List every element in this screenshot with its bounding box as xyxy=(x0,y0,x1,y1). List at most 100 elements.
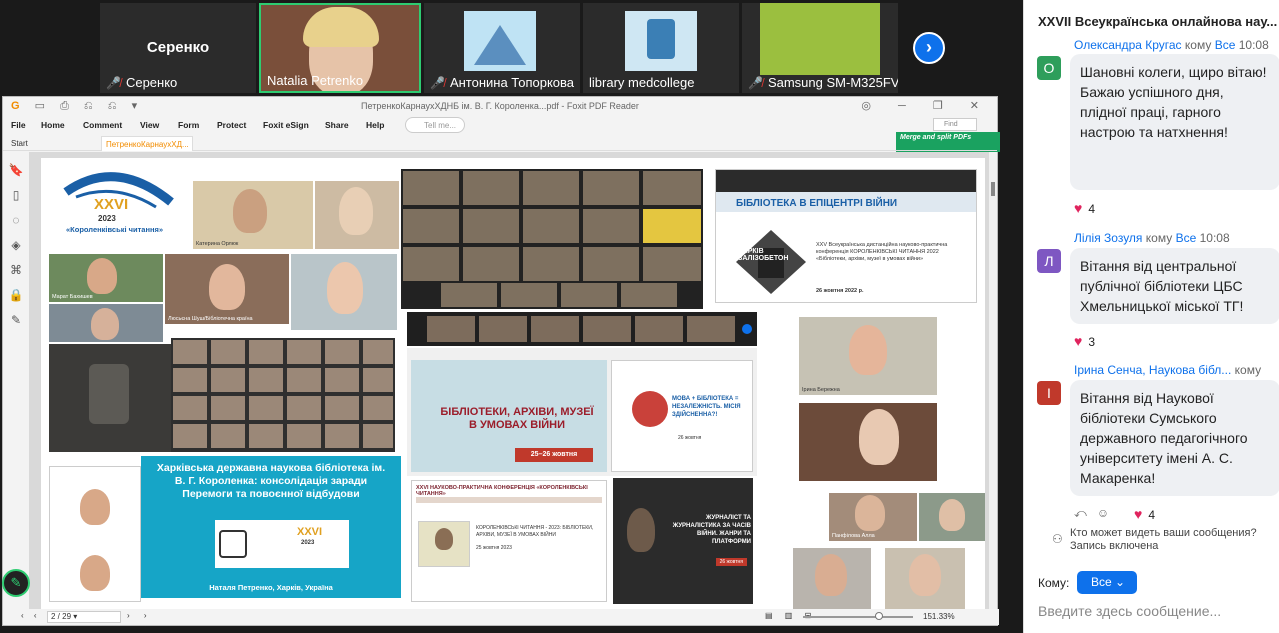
status-bar: ‹ ‹ 2 / 29 ▾ › › ▤ ▥ ⊟ 151.33% xyxy=(3,609,999,625)
participant-video xyxy=(760,3,880,75)
reaction[interactable]: ♥ 4 xyxy=(1074,200,1095,216)
recipient-dropdown[interactable]: Все ⌄ xyxy=(1077,571,1137,594)
conf-year-small: 2023 xyxy=(301,540,315,546)
reaction[interactable]: ♥ 3 xyxy=(1074,333,1095,349)
menu-view[interactable]: View xyxy=(140,120,159,130)
war-date: 26 жовтня 2022 р. xyxy=(816,288,864,294)
menu-share[interactable]: Share xyxy=(325,120,349,130)
participant-name: library medcollege xyxy=(589,75,695,90)
konf-banner: XXVI НАУКОВО-ПРАКТИЧНА КОНФЕРЕНЦІЯ «КОРО… xyxy=(416,485,588,497)
participant-photo xyxy=(49,466,141,602)
menu-comment[interactable]: Comment xyxy=(83,120,122,130)
author-name: Олександра Кругас xyxy=(1074,38,1182,52)
participant-tile-active[interactable]: Natalia Petrenko xyxy=(259,3,421,93)
menu-home[interactable]: Home xyxy=(41,120,65,130)
find-placeholder: Find xyxy=(944,121,958,128)
attachments-icon[interactable]: ⌘ xyxy=(3,263,29,277)
pdf-reader-window: G ▭ ⎙ ⎌ ⎌ ▾ ПетренкоКарнаухХДНБ ім. В. Г… xyxy=(2,96,1000,626)
menu-protect[interactable]: Protect xyxy=(217,120,246,130)
menu-foxit-esign[interactable]: Foxit eSign xyxy=(263,120,309,130)
left-tool-panel: 🔖 ▯ ◌ ◈ ⌘ 🔒 ✎ xyxy=(3,152,29,611)
zoom-shared-screen: БІБЛІОТЕКИ, АРХІВИ, МУЗЕЇ В УМОВАХ ВІЙНИ… xyxy=(407,348,757,476)
participant-video-hair xyxy=(303,7,379,47)
gallery-view-grid xyxy=(171,338,395,452)
heart-icon: ♥ xyxy=(1074,200,1083,216)
tab-start[interactable]: Start xyxy=(11,139,28,148)
participant-tile[interactable]: 🎤̸ Samsung SM-M325FV xyxy=(742,3,898,93)
menu-file[interactable]: File xyxy=(11,120,26,130)
who-can-see-link[interactable]: Кто может видеть ваши сообщения? Запись … xyxy=(1070,527,1279,553)
zoom-level[interactable]: 151.33% xyxy=(923,612,955,621)
vertical-scrollbar[interactable] xyxy=(989,152,997,611)
participant-photo: Марат Бахишев xyxy=(49,254,163,302)
layers-icon[interactable]: ◈ xyxy=(3,238,29,252)
avatar: О xyxy=(1037,56,1061,80)
avatar: Л xyxy=(1037,249,1061,273)
reaction-count: 3 xyxy=(1088,335,1095,349)
menu-form[interactable]: Form xyxy=(178,120,199,130)
security-icon[interactable]: 🔒 xyxy=(3,288,29,302)
chevron-down-icon: ⌄ xyxy=(1115,575,1126,589)
kharkiv-author: Наталя Петренко, Харків, Україна xyxy=(209,583,333,592)
heart-icon: ♥ xyxy=(1074,333,1083,349)
bookmark-icon[interactable]: 🔖 xyxy=(3,163,29,177)
reaction-count: 4 xyxy=(1148,508,1155,522)
comments-icon[interactable]: ◌ xyxy=(3,213,29,227)
find-input[interactable]: Find xyxy=(933,118,977,131)
photo-caption: Панфілова Алла xyxy=(832,533,875,539)
participant-tile[interactable]: Серенко 🎤̸ Серенко xyxy=(100,3,256,93)
message-author: Олександра Кругас кому Все 10:08 xyxy=(1074,38,1269,52)
reaction[interactable]: ♥ 4 xyxy=(1134,506,1155,522)
to-prefix: кому xyxy=(1184,38,1212,52)
zoom-slider[interactable] xyxy=(803,616,913,618)
window-controls[interactable]: ◎ ─ ❐ ✕ xyxy=(861,99,991,112)
emoji-icon[interactable]: ☺ xyxy=(1097,506,1119,520)
participant-tile[interactable]: 🎤̸ Антонина Топоркова xyxy=(424,3,580,93)
message-time: 10:08 xyxy=(1238,38,1269,52)
page-nav-arrows-icon[interactable]: ‹ ‹ xyxy=(21,611,41,620)
participant-photo xyxy=(799,403,937,481)
participant-photo xyxy=(919,493,985,541)
people-icon: ⚇ xyxy=(1052,532,1063,546)
title-bar: G ▭ ⎙ ⎌ ⎌ ▾ ПетренкоКарнаухХДНБ ім. В. Г… xyxy=(3,97,997,115)
chat-message-input[interactable]: Введите здесь сообщение... xyxy=(1038,603,1221,619)
page-forward-arrows-icon[interactable]: › › xyxy=(127,611,153,620)
tell-me-search[interactable]: Tell me... xyxy=(405,117,465,133)
kharkiv-library-slide: Харківська державна наукова бібліотека і… xyxy=(141,456,401,598)
zoom-slider-knob[interactable] xyxy=(875,612,883,620)
menu-bar: File Home Comment View Form Protect Foxi… xyxy=(3,115,997,135)
mova-title: МОВА + БІБЛІОТЕКА = НЕЗАЛЕЖНІСТЬ. МІСІЯ … xyxy=(672,396,741,418)
participant-tile[interactable]: library medcollege xyxy=(583,3,739,93)
konf-subtitle: КОРОЛЕНКІВСЬКІ ЧИТАННЯ - 2023: БІБЛІОТЕК… xyxy=(476,525,594,538)
gallery-view-grid xyxy=(401,169,703,309)
participant-photo xyxy=(315,181,399,249)
message-recipient: Все xyxy=(1214,38,1236,52)
message-actions[interactable]: ⤺☺ xyxy=(1074,506,1119,521)
chat-panel: XXVII Всеукраїнська онлайнова нау... Оле… xyxy=(1023,0,1279,633)
participant-photo: Люсьєна Шуш/Бібліотечна країна xyxy=(165,254,289,324)
annotate-pen-icon[interactable]: ✎ xyxy=(2,569,30,597)
next-page-arrow-icon[interactable]: › xyxy=(913,32,945,64)
document-viewer[interactable]: XXVI 2023 «Короленківські читання» Катер… xyxy=(29,152,989,611)
page-number-input[interactable]: 2 / 29 ▾ xyxy=(47,611,121,623)
participant-photo: Ірина Бережна xyxy=(799,317,937,395)
to-prefix: кому xyxy=(1145,231,1173,245)
kharkiv-logos: XXVI 2023 xyxy=(215,520,349,568)
avatar: І xyxy=(1037,381,1061,405)
photo-caption: Катерина Орлюк xyxy=(196,241,239,247)
conf-number: XXVI xyxy=(94,196,129,213)
chat-title: XXVII Всеукраїнська онлайнова нау... xyxy=(1038,14,1278,29)
window-title: ПетренкоКарнаухХДНБ ім. В. Г. Короленка.… xyxy=(361,101,639,111)
tab-document[interactable]: ПетренкоКарнаухХД... xyxy=(101,136,193,151)
participant-photo: Панфілова Алла xyxy=(829,493,917,541)
participant-avatar-image xyxy=(625,11,697,71)
journ-date: 26 жовтня xyxy=(715,558,747,566)
pages-icon[interactable]: ▯ xyxy=(3,188,29,202)
reply-icon[interactable]: ⤺ xyxy=(1074,506,1097,520)
message-bubble: Вітання від центральної публічної бібліо… xyxy=(1070,248,1279,324)
menu-help[interactable]: Help xyxy=(366,120,384,130)
library-building-icon xyxy=(219,530,247,558)
mic-muted-icon: 🎤̸ xyxy=(106,76,121,90)
heart-icon: ♥ xyxy=(1134,506,1143,522)
signature-icon[interactable]: ✎ xyxy=(3,313,29,327)
